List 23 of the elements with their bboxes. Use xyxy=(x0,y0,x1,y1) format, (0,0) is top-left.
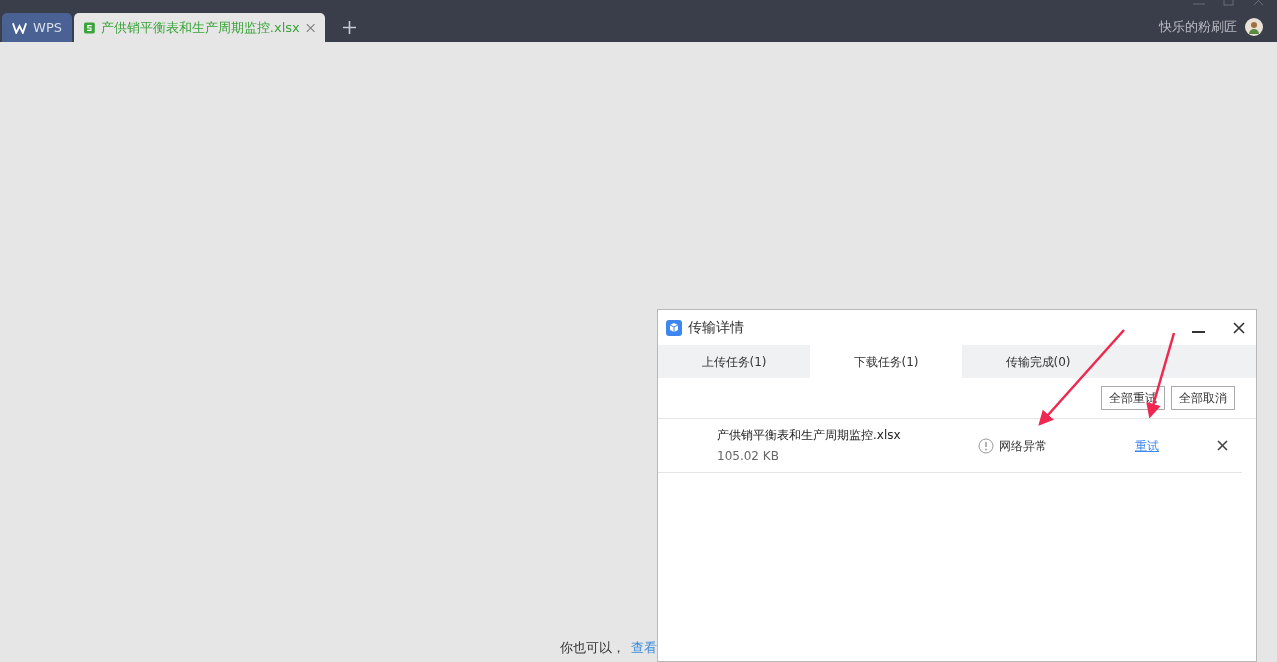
cube-icon xyxy=(666,319,682,336)
retry-link[interactable]: 重试 xyxy=(1135,436,1159,455)
warning-icon xyxy=(978,437,994,454)
spreadsheet-icon xyxy=(84,20,95,35)
tab-label: WPS xyxy=(33,18,62,37)
dialog-tab[interactable]: 传输完成(0) xyxy=(962,345,1114,378)
dialog-title: 传输详情 xyxy=(688,318,744,337)
avatar-icon[interactable] xyxy=(1245,17,1263,36)
action-button[interactable]: 全部取消 xyxy=(1171,386,1235,410)
tab-label: 产供销平衡表和生产周期监控.xlsx xyxy=(100,18,300,37)
tab[interactable]: WPS xyxy=(2,13,72,42)
status-text: 网络异常 xyxy=(999,437,1047,455)
dialog-tab[interactable]: 下载任务(1) xyxy=(810,345,962,378)
wps-logo-icon xyxy=(12,21,28,34)
add-tab-icon[interactable] xyxy=(343,21,356,34)
minimize-icon[interactable] xyxy=(1192,329,1205,334)
user-name[interactable]: 快乐的粉刷匠 xyxy=(1159,17,1237,37)
file-name: 产供销平衡表和生产周期监控.xlsx xyxy=(717,427,902,444)
hint-text: 你也可以， xyxy=(560,638,625,657)
remove-icon[interactable] xyxy=(1217,440,1228,451)
close-icon[interactable] xyxy=(1233,321,1245,334)
dialog-tab[interactable]: 上传任务(1) xyxy=(658,345,810,378)
file-size: 105.02 KB xyxy=(717,448,780,465)
